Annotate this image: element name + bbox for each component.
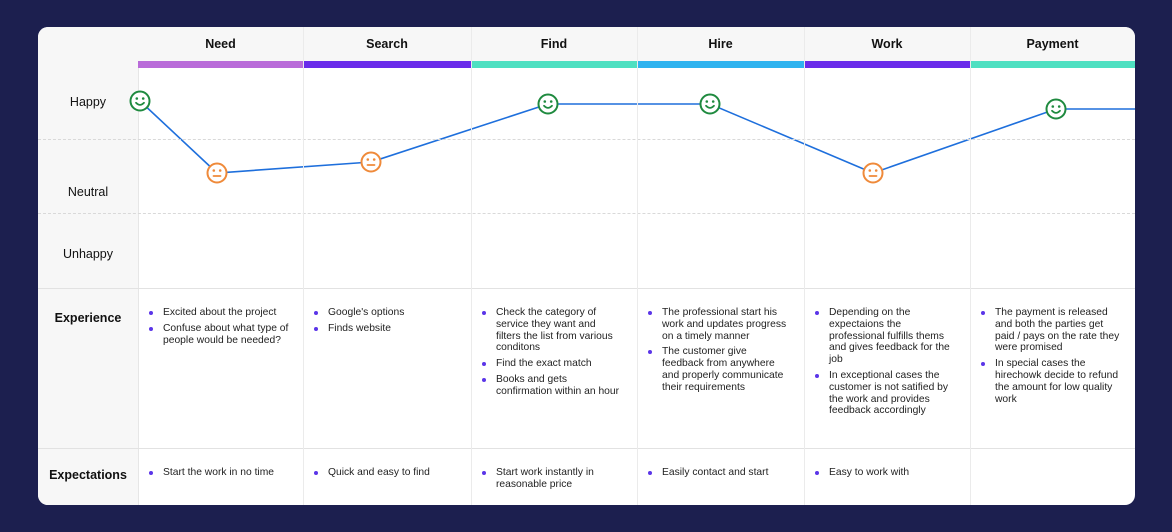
bullet-item: Find the exact match (479, 358, 623, 370)
neutral-face-icon (360, 151, 382, 173)
stage-header-hire: Hire (637, 27, 804, 61)
neutral-face-icon (206, 162, 228, 184)
bullet-item: Easy to work with (812, 467, 956, 479)
column-divider (303, 27, 304, 505)
neutral-face-icon (862, 162, 884, 184)
bullet-item: Start the work in no time (146, 467, 289, 479)
expectations-cell: Start the work in no time (146, 467, 289, 483)
stage-color-bar (303, 61, 471, 68)
column-divider (637, 27, 638, 505)
column-divider (471, 27, 472, 505)
journey-map-card: Happy Neutral Unhappy Experience Expecta… (38, 27, 1135, 505)
expectations-cell: Quick and easy to find (311, 467, 457, 483)
bullet-item: The professional start his work and upda… (645, 307, 790, 342)
expectations-cell: Easily contact and start (645, 467, 790, 483)
stage-header-search: Search (303, 27, 471, 61)
expectations-cell: Start work instantly in reasonable price (479, 467, 623, 495)
bullet-item: Excited about the project (146, 307, 289, 319)
stage-color-bar (138, 61, 303, 68)
stage-header-work: Work (804, 27, 970, 61)
stage-header-payment: Payment (970, 27, 1135, 61)
bullet-item: In exceptional cases the customer is not… (812, 370, 956, 417)
bullet-item: Easily contact and start (645, 467, 790, 479)
bullet-item: Confuse about what type of people would … (146, 323, 289, 347)
bullet-item: In special cases the hirechowk decide to… (978, 358, 1121, 405)
stage-color-bar (970, 61, 1135, 68)
stage-header-find: Find (471, 27, 637, 61)
happy-face-icon (537, 93, 559, 115)
happy-face-icon (1045, 98, 1067, 120)
experience-cell: Excited about the project Confuse about w… (146, 307, 289, 350)
bullet-item: Check the category of service they want … (479, 307, 623, 354)
bullet-item: Books and gets confirmation within an ho… (479, 374, 623, 398)
bullet-item: Start work instantly in reasonable price (479, 467, 623, 491)
experience-cell: The professional start his work and upda… (645, 307, 790, 398)
experience-cell: The payment is released and both the par… (978, 307, 1121, 409)
experience-cell: Check the category of service they want … (479, 307, 623, 402)
bullet-item: Depending on the expectaions the profess… (812, 307, 956, 366)
bullet-item: Finds website (311, 323, 457, 335)
expectations-cell: Easy to work with (812, 467, 956, 483)
bullet-item: Google's options (311, 307, 457, 319)
bullet-item: The customer give feedback from anywhere… (645, 346, 790, 393)
stage-color-bar (637, 61, 804, 68)
stage-color-bar (471, 61, 637, 68)
stage-color-bar (804, 61, 970, 68)
column-divider (804, 27, 805, 505)
stage-header-need: Need (138, 27, 303, 61)
bullet-item: Quick and easy to find (311, 467, 457, 479)
happy-face-icon (699, 93, 721, 115)
bullet-item: The payment is released and both the par… (978, 307, 1121, 354)
experience-cell: Depending on the expectaions the profess… (812, 307, 956, 421)
happy-face-icon (129, 90, 151, 112)
column-divider (970, 27, 971, 505)
experience-cell: Google's options Finds website (311, 307, 457, 339)
